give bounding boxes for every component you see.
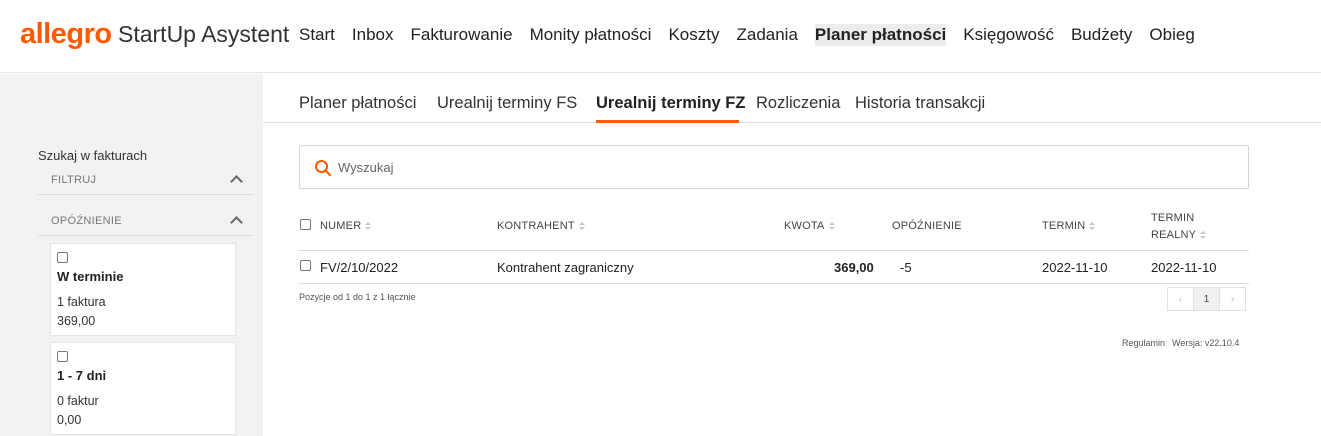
column-header-termin-realny-line1[interactable]: TERMIN bbox=[1151, 212, 1194, 224]
cell-kwota: 369,00 bbox=[834, 260, 874, 275]
column-header-opoznienie: OPÓŹNIENIE bbox=[892, 220, 962, 232]
checkbox[interactable] bbox=[57, 252, 68, 263]
sort-icon[interactable] bbox=[578, 221, 585, 231]
sidebar-title: Szukaj w fakturach bbox=[38, 148, 148, 163]
sort-icon[interactable] bbox=[828, 221, 835, 231]
cell-termin-realny: 2022-11-10 bbox=[1151, 260, 1217, 275]
search-input[interactable] bbox=[338, 157, 1218, 177]
nav-monity-platnosci[interactable]: Monity płatności bbox=[530, 24, 652, 46]
tab-historia-transakcji[interactable]: Historia transakcji bbox=[855, 94, 985, 113]
nav-koszty[interactable]: Koszty bbox=[668, 24, 719, 46]
sort-icon[interactable] bbox=[365, 221, 372, 231]
delay-card-on-time[interactable]: W terminie 1 faktura 369,00 bbox=[50, 243, 236, 336]
tab-urealnij-terminy-fz[interactable]: Urealnij terminy FZ bbox=[596, 94, 745, 113]
tab-urealnij-terminy-fs[interactable]: Urealnij terminy FS bbox=[437, 94, 577, 113]
cell-numer[interactable]: FV/2/10/2022 bbox=[320, 260, 398, 275]
sort-icon[interactable] bbox=[1089, 221, 1096, 231]
select-all-checkbox[interactable] bbox=[300, 219, 311, 230]
cell-kontrahent: Kontrahent zagraniczny bbox=[497, 260, 634, 275]
nav-budzety[interactable]: Budżety bbox=[1071, 24, 1132, 46]
card-amount: 369,00 bbox=[57, 314, 96, 328]
delay-label: OPÓŹNIENIE bbox=[51, 215, 122, 227]
search-icon bbox=[315, 160, 332, 177]
nav-start[interactable]: Start bbox=[299, 24, 335, 46]
cell-termin: 2022-11-10 bbox=[1042, 260, 1108, 275]
column-header-termin[interactable]: TERMIN bbox=[1042, 220, 1096, 232]
nav-ksiegowosc[interactable]: Księgowość bbox=[963, 24, 1054, 46]
checkbox[interactable] bbox=[57, 351, 68, 362]
delay-card-1-7-days[interactable]: 1 - 7 dni 0 faktur 0,00 bbox=[50, 342, 236, 435]
nav-fakturowanie[interactable]: Fakturowanie bbox=[411, 24, 513, 46]
table-row-divider bbox=[299, 283, 1249, 284]
card-count: 1 faktura bbox=[57, 295, 106, 309]
nav-zadania[interactable]: Zadania bbox=[736, 24, 797, 46]
sort-icon[interactable] bbox=[1200, 230, 1207, 240]
top-header: allegro StartUp Asystent Start Inbox Fak… bbox=[0, 0, 1321, 73]
app-name: StartUp Asystent bbox=[118, 21, 290, 47]
positions-info: Pozycje od 1 do 1 z 1 łącznie bbox=[299, 292, 416, 302]
page-1-button[interactable]: 1 bbox=[1193, 287, 1220, 311]
tab-planer-platnosci[interactable]: Planer płatności bbox=[299, 94, 416, 113]
nav-obieg[interactable]: Obieg bbox=[1149, 24, 1194, 46]
filter-sidebar: Szukaj w fakturach FILTRUJ OPÓŹNIENIE W … bbox=[0, 74, 263, 436]
version-label: Wersja: v22.10.4 bbox=[1172, 338, 1240, 348]
sub-tabs: Planer płatności Urealnij terminy FS Ure… bbox=[263, 74, 1321, 123]
active-tab-indicator bbox=[596, 120, 739, 123]
column-header-termin-realny[interactable]: REALNY bbox=[1151, 229, 1207, 241]
column-header-kontrahent[interactable]: KONTRAHENT bbox=[497, 220, 585, 232]
chevron-up-icon[interactable] bbox=[230, 216, 243, 229]
nav-planer-platnosci[interactable]: Planer płatności bbox=[814, 24, 947, 46]
main-nav: Start Inbox Fakturowanie Monity płatnośc… bbox=[299, 24, 1212, 46]
nav-inbox[interactable]: Inbox bbox=[352, 24, 394, 46]
pagination: ‹ 1 › bbox=[1167, 287, 1246, 311]
regulamin-link[interactable]: Regulamin bbox=[1122, 338, 1165, 348]
next-page-button[interactable]: › bbox=[1219, 287, 1246, 311]
card-title: 1 - 7 dni bbox=[57, 368, 107, 383]
filter-section-toggle[interactable]: FILTRUJ bbox=[38, 171, 254, 195]
card-count: 0 faktur bbox=[57, 394, 99, 408]
prev-page-button[interactable]: ‹ bbox=[1167, 287, 1194, 311]
delay-section-toggle[interactable]: OPÓŹNIENIE bbox=[38, 212, 254, 236]
tab-rozliczenia[interactable]: Rozliczenia bbox=[756, 94, 840, 113]
card-title: W terminie bbox=[57, 269, 124, 284]
cell-opoznienie: -5 bbox=[900, 260, 912, 275]
allegro-logo[interactable]: allegro bbox=[20, 18, 112, 50]
column-header-numer[interactable]: NUMER bbox=[320, 220, 372, 232]
chevron-up-icon[interactable] bbox=[230, 175, 243, 188]
table-header-divider bbox=[299, 250, 1249, 251]
column-header-kwota[interactable]: KWOTA bbox=[784, 220, 835, 232]
search-box[interactable] bbox=[299, 145, 1249, 189]
row-checkbox[interactable] bbox=[300, 260, 311, 271]
footer-links: Regulamin Wersja: v22.10.4 bbox=[1122, 338, 1246, 348]
card-amount: 0,00 bbox=[57, 413, 82, 427]
filter-label: FILTRUJ bbox=[51, 174, 97, 186]
